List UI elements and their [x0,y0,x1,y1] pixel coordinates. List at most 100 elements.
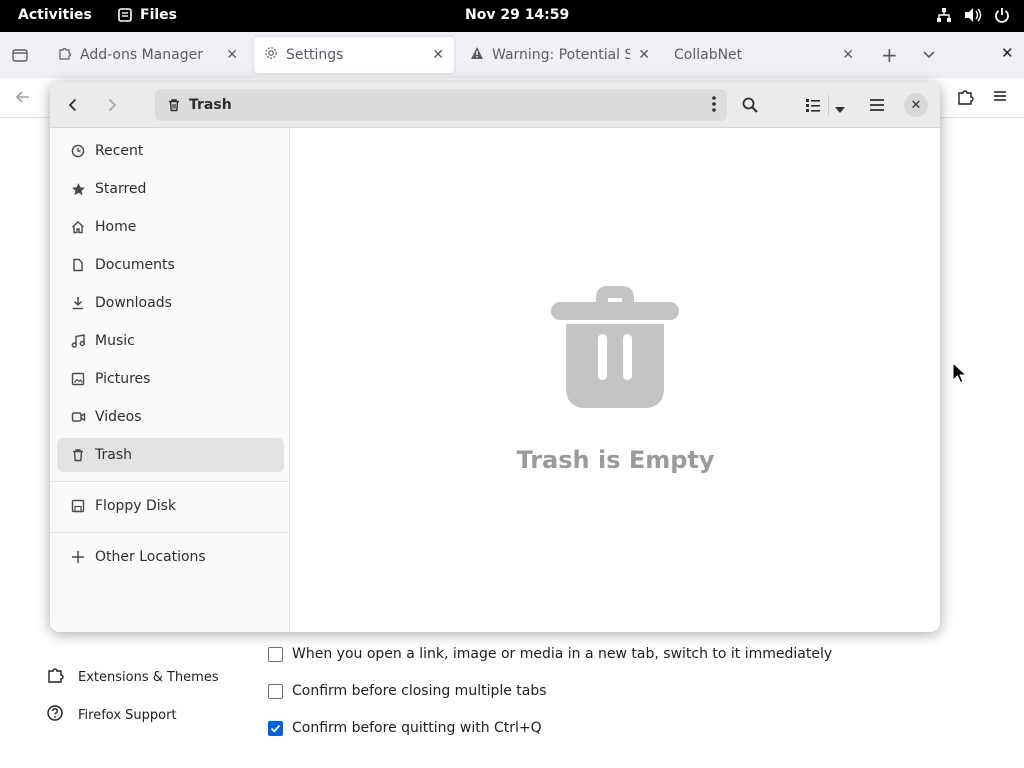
places-sidebar: Recent Starred Home Documents Downloads … [50,128,290,632]
app-menu[interactable]: Files [118,7,177,23]
document-icon [70,257,86,273]
view-toggle-group[interactable] [802,92,856,118]
checkbox[interactable] [268,683,283,699]
firefox-support-link[interactable]: Firefox Support [46,704,177,726]
clock[interactable]: Nov 29 14:59 [465,7,569,23]
files-window: Trash ✕ Recent Starred Home Documents Do… [50,82,940,632]
sidebar-item-label: Floppy Disk [95,498,177,514]
checkbox-label: When you open a link, image or media in … [292,646,833,662]
picture-icon [70,371,86,387]
power-icon [994,7,1010,23]
sidebar-item-starred[interactable]: Starred [57,172,284,206]
back-icon[interactable] [14,88,32,110]
tab-warning[interactable]: Warning: Potential Sec ✕ [460,37,660,73]
chevron-right-icon [108,98,117,112]
switch-to-new-tab-option[interactable]: When you open a link, image or media in … [268,646,832,662]
empty-state-title: Trash is Empty [516,446,715,474]
sidebar-item-floppy-disk[interactable]: Floppy Disk [57,489,284,523]
extensions-icon[interactable] [956,88,974,110]
tab-label: Add-ons Manager [80,47,203,63]
new-tab-icon[interactable]: + [881,43,898,67]
close-icon[interactable]: ✕ [638,47,650,63]
sidebar-item-label: Home [95,219,137,235]
chevron-down-icon[interactable] [834,100,846,119]
sidebar-item-label: Videos [95,409,142,425]
star-icon [70,181,86,197]
search-icon [742,97,758,113]
hamburger-menu-icon[interactable] [992,88,1008,108]
mouse-cursor-icon [952,362,966,384]
clock-icon [70,143,86,159]
sidebar-item-label: Music [95,333,135,349]
floppy-icon [70,498,86,514]
divider [828,95,829,115]
tab-label: Warning: Potential Sec [492,47,631,63]
tab-settings[interactable]: Settings ✕ [254,37,454,73]
plus-icon [70,549,86,565]
sidebar-item-label: Pictures [95,371,151,387]
trash-icon [169,99,179,112]
system-tray[interactable] [936,7,1010,23]
sidebar-item-pictures[interactable]: Pictures [57,362,284,396]
sidebar-item-trash[interactable]: Trash [57,438,284,472]
download-icon [70,295,86,311]
chevron-down-icon[interactable] [922,46,936,65]
search-button[interactable] [735,90,765,120]
network-icon [936,7,952,23]
sidebar-item-videos[interactable]: Videos [57,400,284,434]
kebab-menu-icon[interactable] [711,95,717,117]
hamburger-menu-icon [870,99,884,111]
files-app-icon [118,8,132,22]
checkbox-checked[interactable] [268,720,283,736]
sidebar-item-label: Recent [95,143,144,159]
home-icon [70,219,86,235]
files-header-bar: Trash ✕ [50,82,940,128]
close-icon: ✕ [910,97,922,113]
tab-label: CollabNet [674,47,743,63]
trash-empty-icon [551,286,679,408]
sidebar-item-other-locations[interactable]: Other Locations [57,540,284,574]
extensions-themes-link[interactable]: Extensions & Themes [46,666,219,688]
sidebar-divider [50,532,289,533]
list-view-icon[interactable] [804,96,822,118]
tab-label: Settings [286,47,344,63]
trash-icon [70,447,86,463]
close-button[interactable]: ✕ [904,93,928,117]
app-name: Files [140,7,177,23]
firefox-support-label: Firefox Support [78,707,177,723]
main-menu-button[interactable] [862,90,892,120]
sidebar-item-downloads[interactable]: Downloads [57,286,284,320]
file-view[interactable]: Trash is Empty [291,128,940,632]
music-icon [70,333,86,349]
checkbox-label: Confirm before quitting with Ctrl+Q [292,720,542,736]
sidebar-divider [50,481,289,482]
confirm-quit-option[interactable]: Confirm before quitting with Ctrl+Q [268,720,542,736]
sidebar-item-documents[interactable]: Documents [57,248,284,282]
path-bar[interactable]: Trash [155,89,727,121]
tab-addons-manager[interactable]: Add-ons Manager ✕ [48,37,248,73]
tab-collabnet[interactable]: CollabNet ✕ [664,37,864,73]
gear-icon [264,46,278,64]
forward-button[interactable] [97,90,127,120]
video-icon [70,409,86,425]
sidebar-item-label: Starred [95,181,147,197]
sidebar-item-recent[interactable]: Recent [57,134,284,168]
confirm-close-tabs-option[interactable]: Confirm before closing multiple tabs [268,683,547,699]
volume-icon [964,7,982,23]
sidebar-item-music[interactable]: Music [57,324,284,358]
close-icon[interactable]: ✕ [432,47,444,63]
extensions-themes-label: Extensions & Themes [78,669,219,685]
warning-icon [470,46,484,64]
chevron-left-icon [68,98,77,112]
checkbox[interactable] [268,646,283,662]
sidebar-item-home[interactable]: Home [57,210,284,244]
back-button[interactable] [58,90,88,120]
close-icon[interactable]: ✕ [226,47,238,63]
firefox-tab-bar: Add-ons Manager ✕ Settings ✕ Warning: Po… [0,32,1024,78]
window-close-icon[interactable]: ✕ [1001,44,1014,62]
tab-overview-icon[interactable] [11,46,29,68]
check-icon [270,724,281,733]
puzzle-icon [58,46,72,64]
close-icon[interactable]: ✕ [842,47,854,63]
activities-button[interactable]: Activities [18,7,92,23]
